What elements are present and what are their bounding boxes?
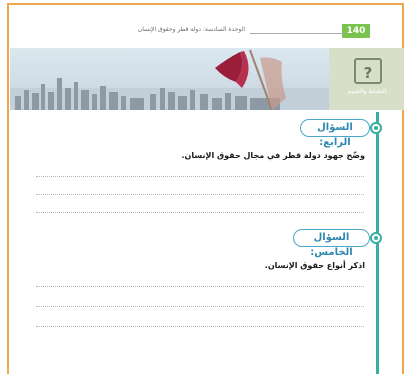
answer-line[interactable]	[36, 306, 364, 307]
question-label: السؤال الرابع:	[300, 119, 370, 148]
answer-line[interactable]	[36, 176, 364, 177]
activity-icon-panel: ? النشاط والتقييم	[329, 48, 404, 110]
answer-line[interactable]	[36, 212, 364, 213]
question-text: اذكر أنواع حقوق الإنسان.	[264, 261, 365, 270]
question-mark-icon: ?	[354, 58, 382, 84]
banner-image: ? النشاط والتقييم	[10, 48, 404, 110]
unit-title: الوحدة السادسة: دولة قطر وحقوق الإنسان	[137, 26, 245, 33]
question-label: السؤال الخامس:	[293, 229, 370, 258]
answer-line[interactable]	[36, 286, 364, 287]
page-number-badge: 140	[342, 24, 370, 38]
question-text: وضّح جهود دولة قطر في مجال حقوق الإنسان.	[181, 151, 365, 160]
answer-line[interactable]	[36, 194, 364, 195]
answer-line[interactable]	[36, 326, 364, 327]
banner-caption: النشاط والتقييم	[347, 88, 387, 95]
header-divider	[250, 33, 345, 34]
timeline-dot	[370, 232, 382, 244]
timeline-dot	[370, 122, 382, 134]
